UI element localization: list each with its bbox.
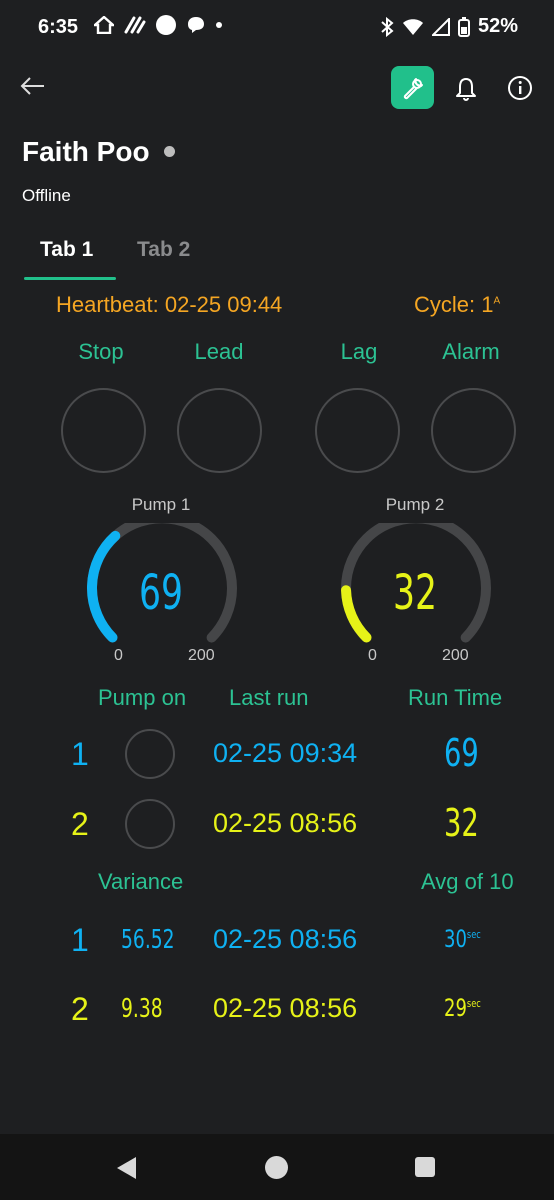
column-header-last-run: Last run — [229, 685, 309, 710]
indicator-led-stop — [61, 388, 146, 473]
arrow-left-icon — [20, 77, 44, 95]
nav-back-icon[interactable] — [117, 1157, 136, 1179]
cycle-super: A — [493, 295, 501, 307]
avg-number: 29 — [444, 994, 467, 1022]
variance-value: 56.52 — [121, 925, 175, 955]
gauge-fill — [87, 530, 121, 643]
notification-icons — [94, 15, 222, 35]
more-notifications-icon — [216, 22, 222, 28]
gauge-max-pump1: 200 — [188, 647, 215, 664]
pump-run-time: 32 — [444, 801, 479, 845]
back-button[interactable] — [20, 72, 50, 102]
variance-date: 02-25 08:56 — [213, 924, 358, 954]
avg-value: 30sec — [444, 925, 481, 953]
gauge-min-pump2: 0 — [368, 647, 377, 664]
chat-icon — [188, 17, 204, 33]
heartbeat-label: Heartbeat: — [56, 292, 159, 317]
indicator-led-lead — [177, 388, 262, 473]
heartbeat-value: 02-25 09:44 — [164, 292, 283, 317]
column-header-variance: Variance — [98, 869, 184, 894]
avg-unit: sec — [466, 997, 481, 1010]
gauge-title-pump1: Pump 1 — [131, 495, 191, 514]
bluetooth-icon — [381, 16, 394, 37]
indicator-label-stop: Stop — [78, 339, 124, 364]
cycle-label: Cycle: — [414, 292, 476, 317]
indicator-led-lag — [315, 388, 400, 473]
gauge-min-pump1: 0 — [114, 647, 123, 664]
pump-row-num: 2 — [71, 806, 89, 842]
gauge-max-pump2: 200 — [442, 647, 469, 664]
avg-value: 29sec — [444, 994, 481, 1022]
signal-icon — [431, 17, 450, 36]
nav-home-icon[interactable] — [265, 1156, 288, 1179]
avg-unit: sec — [466, 928, 481, 941]
battery-percent: 52% — [477, 15, 518, 37]
indicator-label-lag: Lag — [340, 339, 378, 364]
cycle-value: 1 — [481, 292, 494, 317]
cycle-line: Cycle: 1A — [414, 292, 500, 318]
wifi-icon — [402, 18, 423, 35]
indicator-led-alarm — [431, 388, 516, 473]
indicator-label-alarm: Alarm — [442, 339, 500, 364]
wrench-icon — [403, 77, 423, 99]
notifications-button[interactable] — [454, 76, 480, 102]
system-icons: 52% — [380, 15, 518, 38]
tab-2[interactable]: Tab 2 — [137, 238, 190, 262]
gauge-value-pump2: 32 — [393, 565, 437, 621]
variance-value: 9.38 — [121, 994, 163, 1024]
device-name: Faith Poo — [22, 136, 150, 167]
status-bar: 6:35 52% — [0, 0, 554, 56]
info-icon — [508, 76, 532, 100]
gauge-title-pump2: Pump 2 — [385, 495, 445, 514]
home-icon — [94, 16, 114, 34]
info-button[interactable] — [507, 75, 533, 101]
pump-on-led — [125, 799, 175, 849]
status-time: 6:35 — [38, 16, 79, 38]
battery-icon — [457, 16, 470, 37]
settings-button[interactable] — [391, 66, 434, 109]
tab-1[interactable]: Tab 1 — [40, 238, 93, 262]
column-header-pump-on: Pump on — [98, 685, 187, 710]
pump-last-run: 02-25 08:56 — [213, 808, 358, 838]
app-circle-icon — [156, 15, 176, 35]
avg-number: 30 — [444, 925, 467, 953]
connection-dot — [164, 146, 175, 157]
nav-recents-icon[interactable] — [415, 1157, 435, 1177]
variance-row-num: 2 — [71, 991, 89, 1027]
indicator-label-lead: Lead — [194, 339, 244, 364]
variance-row-num: 1 — [71, 922, 89, 958]
gauge-fill — [341, 585, 372, 643]
bell-icon — [456, 78, 476, 101]
gauge-value-pump1: 69 — [139, 565, 183, 621]
column-header-run-time: Run Time — [408, 685, 503, 710]
app-icon — [124, 16, 146, 34]
device-status: Offline — [22, 186, 71, 205]
pump-run-time: 69 — [444, 731, 479, 775]
column-header-avg: Avg of 10 — [421, 869, 514, 894]
pump-last-run: 02-25 09:34 — [213, 738, 358, 768]
active-tab-indicator — [24, 277, 116, 280]
heartbeat-line: Heartbeat: 02-25 09:44 — [56, 292, 282, 318]
variance-date: 02-25 08:56 — [213, 993, 358, 1023]
pump-row-num: 1 — [71, 736, 89, 772]
pump-on-led — [125, 729, 175, 779]
